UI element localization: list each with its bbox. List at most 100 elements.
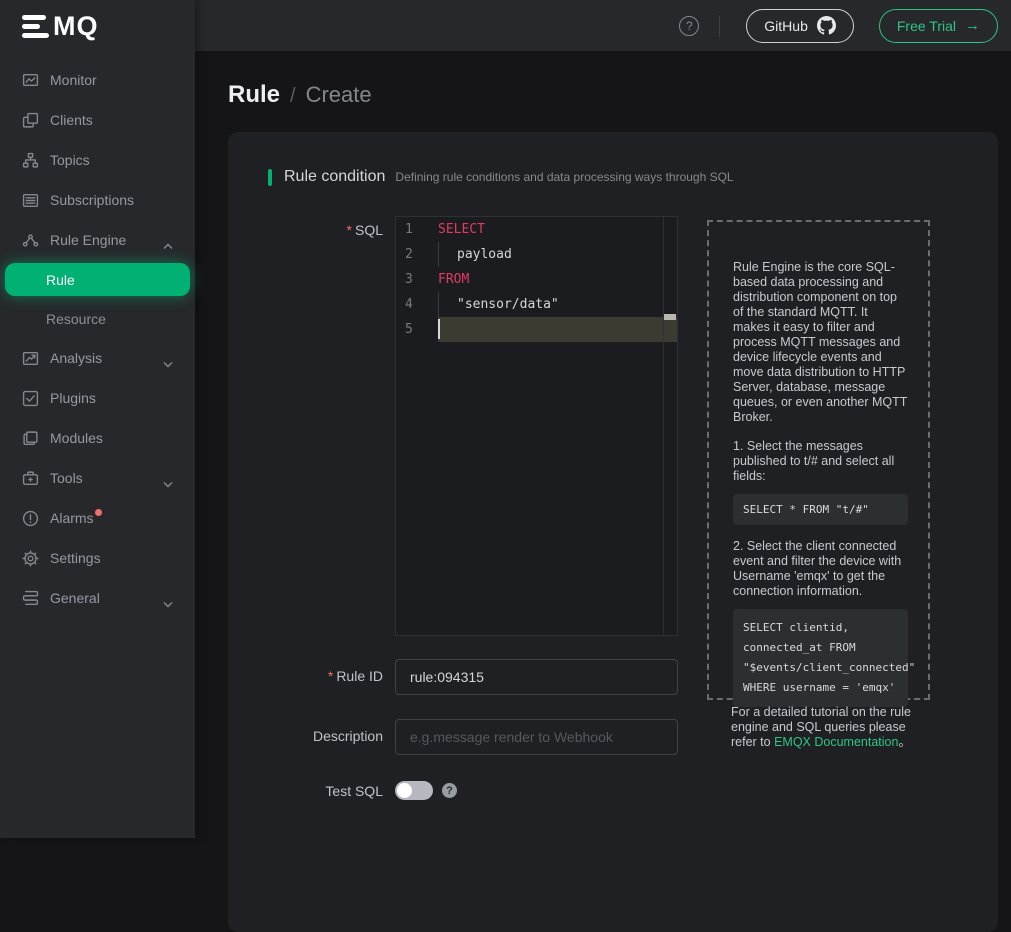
sidebar-subitem-label: Rule: [46, 272, 75, 288]
rule-engine-icon: [22, 232, 39, 249]
breadcrumb-page: Create: [306, 82, 372, 108]
sidebar-item-label: Rule Engine: [50, 232, 126, 248]
help-step-2: 2. Select the client connected event and…: [733, 539, 908, 599]
sidebar-subitem-resource[interactable]: Resource: [0, 299, 195, 338]
sidebar-item-label: Monitor: [50, 72, 97, 88]
line-number: 2: [396, 242, 438, 267]
editor-line: 4 "sensor/data": [396, 292, 677, 317]
sidebar-item-general[interactable]: General: [0, 578, 195, 618]
help-symbol: ?: [446, 785, 453, 797]
sidebar-subitem-rule[interactable]: Rule: [5, 263, 190, 296]
test-sql-help-icon[interactable]: ?: [442, 783, 457, 798]
topbar-divider: [719, 15, 720, 37]
github-octocat-icon: [817, 16, 836, 35]
general-icon: [22, 590, 39, 607]
free-trial-button[interactable]: Free Trial →: [879, 9, 998, 43]
sql-field: payload: [438, 242, 512, 267]
sidebar-item-label: Plugins: [50, 390, 96, 406]
settings-icon: [22, 550, 39, 567]
sidebar-item-tools[interactable]: Tools: [0, 458, 195, 498]
test-sql-toggle[interactable]: [395, 781, 433, 800]
sidebar-item-modules[interactable]: Modules: [0, 418, 195, 458]
monitor-icon: [22, 72, 39, 89]
help-icon[interactable]: ?: [679, 16, 699, 36]
chevron-down-icon: [163, 595, 173, 602]
chevron-down-icon: [163, 355, 173, 362]
help-step-1: 1. Select the messages published to t/# …: [733, 439, 908, 484]
sidebar-item-label: Subscriptions: [50, 192, 134, 208]
section-header: Rule condition Defining rule conditions …: [268, 168, 998, 186]
toggle-knob: [397, 783, 412, 798]
sidebar-item-label: General: [50, 590, 100, 606]
analysis-icon: [22, 350, 39, 367]
editor-line: 2 payload: [396, 242, 677, 267]
github-button[interactable]: GitHub: [746, 9, 854, 43]
help-footer: For a detailed tutorial on the rule engi…: [731, 705, 916, 750]
chevron-down-icon: [163, 475, 173, 482]
rule-engine-help-panel: Rule Engine is the core SQL-based data p…: [707, 220, 930, 700]
sidebar-item-topics[interactable]: Topics: [0, 140, 195, 180]
alarms-icon: [22, 510, 39, 527]
text-cursor: [438, 319, 440, 339]
code-line: WHERE username = 'emqx': [743, 678, 898, 698]
editor-active-line: 5: [396, 317, 677, 342]
code-line: connected_at FROM: [743, 638, 898, 658]
section-title: Rule condition: [284, 168, 385, 186]
free-trial-label: Free Trial: [897, 18, 956, 34]
help-symbol: ?: [686, 19, 693, 33]
help-code-sample-1: SELECT * FROM "t/#": [733, 494, 908, 525]
clients-icon: [22, 112, 39, 129]
line-number: 3: [396, 267, 438, 292]
breadcrumb-separator: /: [290, 85, 296, 108]
sql-code-editor[interactable]: 1 SELECT 2 payload 3 FROM 4: [395, 216, 678, 636]
sidebar-item-label: Clients: [50, 112, 93, 128]
sidebar-item-settings[interactable]: Settings: [0, 538, 195, 578]
sidebar-item-subscriptions[interactable]: Subscriptions: [0, 180, 195, 220]
test-sql-label: Test SQL: [325, 783, 383, 799]
main-content: Rule / Create Rule condition Defining ru…: [195, 51, 1011, 838]
sidebar-item-label: Tools: [50, 470, 83, 486]
code-line: "$events/client_connected": [743, 658, 898, 678]
help-intro: Rule Engine is the core SQL-based data p…: [733, 260, 908, 425]
arrow-right-icon: →: [965, 17, 980, 34]
sidebar-item-label: Settings: [50, 550, 101, 566]
tools-icon: [22, 470, 39, 487]
sidebar-subitem-label: Resource: [46, 311, 106, 327]
emq-logo[interactable]: MQ: [0, 0, 195, 52]
section-subtitle: Defining rule conditions and data proces…: [395, 170, 733, 184]
editor-scrollbar[interactable]: [663, 217, 677, 635]
sidebar-item-monitor[interactable]: Monitor: [0, 60, 195, 100]
sidebar-item-alarms[interactable]: Alarms: [0, 498, 195, 538]
editor-line: 1 SELECT: [396, 217, 677, 242]
sidebar-item-label: Topics: [50, 152, 90, 168]
emqx-documentation-link[interactable]: EMQX Documentation: [774, 735, 898, 749]
breadcrumb-section[interactable]: Rule: [228, 81, 280, 109]
sidebar: MQ Monitor Clients Topics Subscriptions: [0, 0, 195, 838]
sidebar-item-rule-engine[interactable]: Rule Engine: [0, 220, 195, 260]
chevron-up-icon: [163, 237, 173, 244]
github-button-label: GitHub: [764, 18, 808, 34]
sidebar-item-analysis[interactable]: Analysis: [0, 338, 195, 378]
rule-id-label: *Rule ID: [328, 668, 383, 684]
sql-label: *SQL: [347, 222, 383, 238]
modules-icon: [22, 430, 39, 447]
topics-icon: [22, 152, 39, 169]
editor-line: 3 FROM: [396, 267, 677, 292]
sidebar-item-clients[interactable]: Clients: [0, 100, 195, 140]
description-input[interactable]: [395, 719, 678, 755]
editor-cursor-marker: [664, 314, 676, 320]
line-number: 4: [396, 292, 438, 317]
sql-keyword: SELECT: [438, 217, 485, 242]
breadcrumb: Rule / Create: [228, 81, 1011, 109]
sidebar-nav: Monitor Clients Topics Subscriptions Rul…: [0, 52, 195, 618]
line-number: 5: [396, 317, 438, 342]
emq-logo-text: MQ: [53, 13, 99, 40]
line-number: 1: [396, 217, 438, 242]
rule-create-card: Rule condition Defining rule conditions …: [228, 132, 998, 932]
sidebar-item-plugins[interactable]: Plugins: [0, 378, 195, 418]
test-sql-row: Test SQL ?: [395, 781, 998, 800]
rule-id-input[interactable]: [395, 659, 678, 695]
sql-keyword: FROM: [438, 267, 469, 292]
help-code-sample-2: SELECT clientid, connected_at FROM "$eve…: [733, 609, 908, 707]
code-line: SELECT clientid,: [743, 618, 898, 638]
